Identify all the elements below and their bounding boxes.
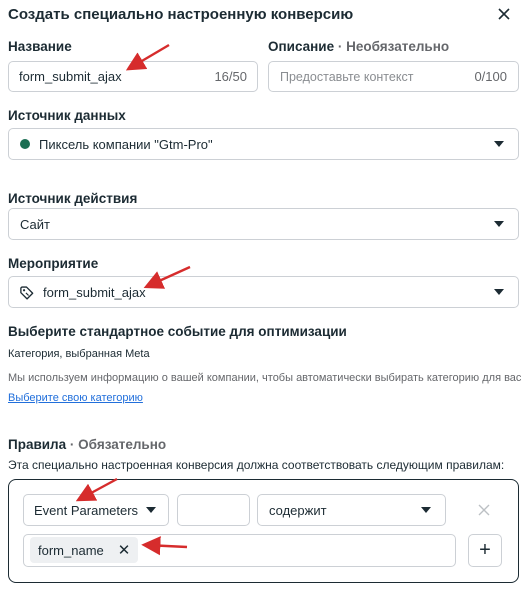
close-button[interactable] (495, 5, 513, 23)
value-chip: form_name ✕ (30, 537, 139, 563)
action-source-label: Источник действия (8, 191, 138, 206)
parameter-type-select[interactable]: Event Parameters (23, 494, 169, 526)
chevron-down-icon (421, 507, 431, 513)
action-source-select[interactable]: Сайт (8, 208, 519, 240)
description-label: Описание · Необязательно (268, 39, 449, 54)
name-input-value: form_submit_ajax (19, 69, 122, 84)
event-select[interactable]: form_submit_ajax (8, 276, 519, 308)
choose-category-link[interactable]: Выберите свою категорию (8, 392, 143, 404)
operator-select[interactable]: содержит (257, 494, 446, 526)
name-char-counter: 16/50 (214, 69, 247, 84)
data-source-select[interactable]: Пиксель компании "Gtm-Pro" (8, 128, 519, 160)
value-chip-label: form_name (38, 542, 104, 558)
parameter-key-input[interactable] (177, 494, 250, 526)
optional-text: · Необязательно (337, 39, 450, 54)
pixel-status-dot (20, 139, 30, 149)
rules-label: Правила · Обязательно (8, 437, 166, 452)
parameter-type-value: Event Parameters (34, 502, 139, 518)
close-icon (498, 8, 510, 20)
chevron-down-icon (494, 221, 504, 227)
close-icon (478, 504, 490, 516)
description-char-counter: 0/100 (474, 69, 507, 84)
data-source-value: Пиксель компании "Gtm-Pro" (39, 136, 213, 152)
data-source-label: Источник данных (8, 108, 126, 123)
description-input[interactable]: Предоставьте контекст 0/100 (268, 61, 519, 92)
category-text: Категория, выбранная Meta (8, 348, 150, 360)
dialog-title: Создать специально настроенную конверсию (8, 6, 354, 23)
category-info-text: Мы используем информацию о вашей компани… (8, 372, 522, 384)
description-placeholder: Предоставьте контекст (280, 69, 414, 84)
name-label: Название (8, 39, 72, 54)
optimization-heading: Выберите стандартное событие для оптимиз… (8, 324, 347, 339)
description-label-text: Описание (268, 39, 335, 54)
rules-description: Эта специально настроенная конверсия дол… (8, 458, 505, 472)
chevron-down-icon (494, 141, 504, 147)
required-text: · Обязательно (69, 437, 167, 452)
remove-chip-icon[interactable]: ✕ (118, 541, 131, 559)
chevron-down-icon (494, 289, 504, 295)
chevron-down-icon (146, 507, 156, 513)
rules-label-text: Правила (8, 437, 67, 452)
remove-rule-button[interactable] (478, 500, 490, 521)
add-value-button[interactable]: + (468, 534, 502, 567)
operator-value: содержит (269, 502, 327, 518)
action-source-value: Сайт (20, 216, 50, 232)
event-value: form_submit_ajax (43, 284, 146, 300)
name-input[interactable]: form_submit_ajax 16/50 (8, 61, 258, 92)
tag-icon (19, 285, 34, 300)
event-label: Мероприятие (8, 256, 99, 271)
